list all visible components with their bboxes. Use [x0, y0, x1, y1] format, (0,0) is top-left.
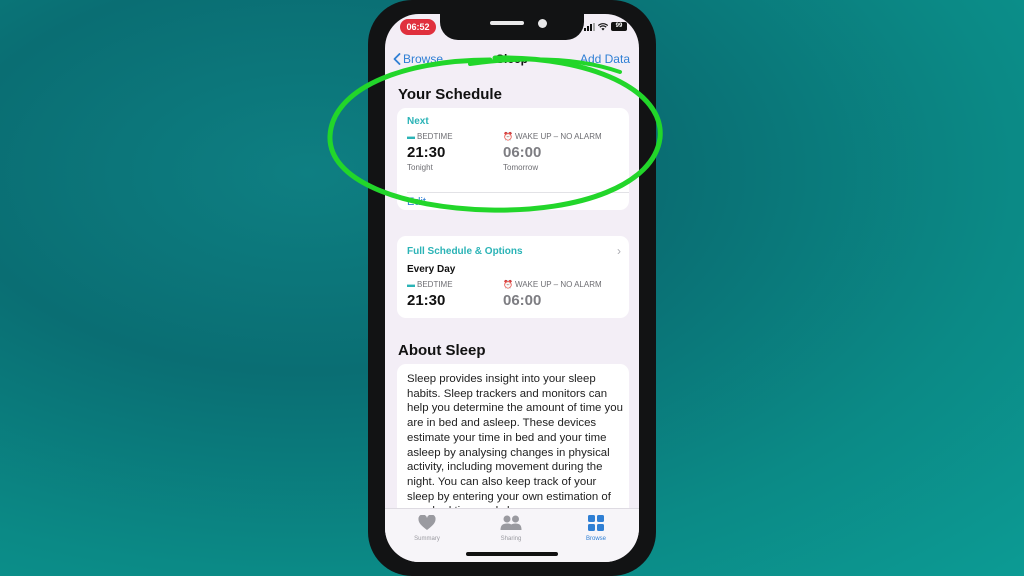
main-content: Your Schedule Next ▬ BEDTIME 21:30 Tonigh…	[385, 86, 639, 508]
tab-sharing-label: Sharing	[500, 536, 522, 542]
tab-bar: Summary Sharing Browse	[385, 508, 639, 562]
full-bedtime-label: BEDTIME	[417, 280, 453, 289]
wake-sub: Tomorrow	[503, 163, 539, 172]
full-wake-label: WAKE UP – NO ALARM	[514, 280, 602, 289]
home-indicator	[466, 552, 558, 556]
alarm-clock-icon: ⏰	[503, 280, 513, 289]
speaker	[490, 21, 524, 25]
chevron-right-icon: ›	[617, 244, 621, 258]
grid-icon	[588, 515, 604, 531]
bed-icon: ▬	[407, 280, 415, 289]
tab-summary[interactable]: Summary	[397, 515, 457, 542]
next-label: Next	[407, 116, 429, 127]
card-divider	[407, 192, 629, 193]
full-bedtime-column: ▬ BEDTIME 21:30	[407, 280, 453, 309]
people-icon	[500, 515, 522, 530]
tab-sharing[interactable]: Sharing	[481, 515, 541, 542]
bedtime-sub: Tonight	[407, 163, 433, 172]
add-data-button[interactable]: Add Data	[580, 52, 630, 66]
tab-browse[interactable]: Browse	[566, 515, 626, 542]
full-wake-column: ⏰ WAKE UP – NO ALARM 06:00	[503, 280, 602, 309]
bed-icon: ▬	[407, 132, 415, 141]
wifi-icon	[598, 22, 608, 30]
status-time: 06:52	[400, 19, 436, 35]
wake-column: ⏰ WAKE UP – NO ALARM 06:00 Tomorrow	[503, 132, 602, 172]
battery-icon: 99	[611, 22, 627, 31]
schedule-heading: Your Schedule	[398, 86, 502, 103]
about-heading: About Sleep	[398, 342, 486, 359]
signal-icon	[584, 22, 595, 31]
notch	[440, 14, 584, 40]
about-text: Sleep provides insight into your sleep h…	[407, 373, 623, 508]
full-wake-time: 06:00	[503, 292, 542, 309]
next-schedule-card: Next ▬ BEDTIME 21:30 Tonight ⏰ WAKE UP – N…	[397, 108, 629, 210]
tab-browse-label: Browse	[585, 536, 606, 542]
about-card: Sleep provides insight into your sleep h…	[397, 364, 629, 508]
bedtime-time: 21:30	[407, 144, 446, 161]
wake-time: 06:00	[503, 144, 542, 161]
alarm-clock-icon: ⏰	[503, 132, 513, 141]
full-schedule-card[interactable]: Full Schedule & Options › Every Day ▬ BED…	[397, 236, 629, 318]
every-day-label: Every Day	[407, 264, 456, 275]
camera	[538, 19, 547, 28]
full-schedule-link[interactable]: Full Schedule & Options	[407, 246, 523, 257]
status-indicators: 99	[584, 22, 627, 31]
full-bedtime-time: 21:30	[407, 292, 446, 309]
wake-label: WAKE UP – NO ALARM	[514, 132, 602, 141]
tab-summary-label: Summary	[414, 536, 440, 542]
bedtime-column: ▬ BEDTIME 21:30 Tonight	[407, 132, 453, 172]
phone-screen: 06:52 99 Browse Sleep Add Data Your Sche…	[385, 14, 639, 562]
heart-icon	[418, 515, 436, 530]
bedtime-label: BEDTIME	[417, 132, 453, 141]
nav-bar: Browse Sleep Add Data	[385, 50, 639, 74]
edit-button[interactable]: Edit	[407, 196, 426, 208]
